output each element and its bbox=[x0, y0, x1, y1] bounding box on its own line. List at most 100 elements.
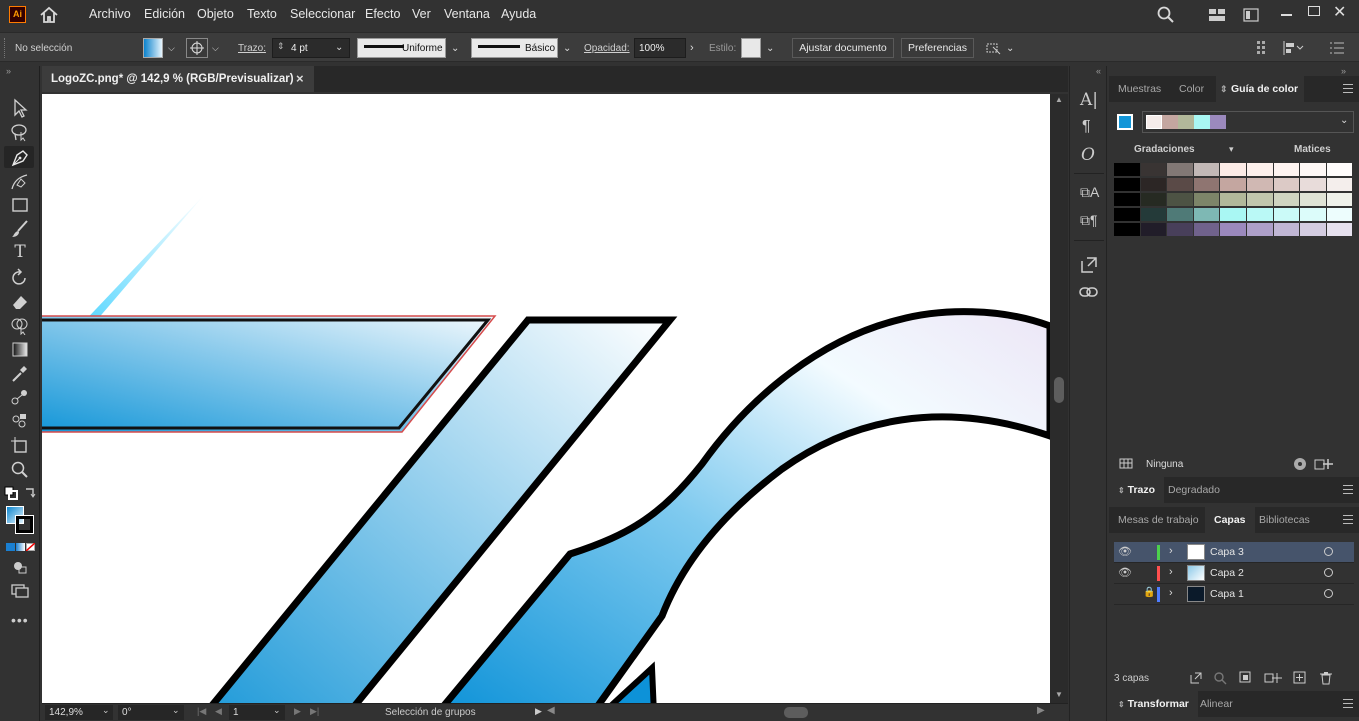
color-variation-swatch[interactable] bbox=[1300, 223, 1327, 237]
tab-capas[interactable]: Capas bbox=[1205, 507, 1255, 533]
zoom-value[interactable]: 142,9% bbox=[49, 707, 83, 718]
color-variation-swatch[interactable] bbox=[1114, 193, 1141, 207]
opacity-field[interactable]: 100% bbox=[634, 38, 686, 58]
color-variation-swatch[interactable] bbox=[1247, 208, 1274, 222]
character-styles-icon[interactable]: ⧉A bbox=[1080, 184, 1099, 201]
create-sublayer-icon[interactable] bbox=[1264, 671, 1282, 685]
chevron-down-icon[interactable]: ⌄ bbox=[766, 43, 774, 54]
locate-object-icon[interactable] bbox=[1213, 671, 1227, 685]
target-circle-icon[interactable] bbox=[1324, 568, 1333, 577]
rectangle-tool-icon[interactable] bbox=[9, 195, 31, 215]
horizontal-scroll-thumb[interactable] bbox=[784, 707, 808, 718]
close-tab-icon[interactable]: × bbox=[296, 66, 304, 92]
menu-archivo[interactable]: Archivo bbox=[89, 7, 131, 21]
default-fill-stroke-icon[interactable] bbox=[4, 486, 18, 500]
menu-objeto[interactable]: Objeto bbox=[197, 7, 234, 21]
gradient-mode-icon[interactable] bbox=[16, 543, 25, 551]
color-variation-swatch[interactable] bbox=[1273, 208, 1301, 222]
color-variation-swatch[interactable] bbox=[1140, 178, 1168, 192]
search-icon[interactable] bbox=[1157, 6, 1175, 24]
menu-efecto[interactable]: Efecto bbox=[365, 7, 400, 21]
color-variation-swatch[interactable] bbox=[1140, 163, 1168, 177]
chevron-down-icon[interactable]: ⌄ bbox=[273, 705, 281, 716]
tab-transformar[interactable]: ⇕ Transformar bbox=[1109, 691, 1198, 717]
eye-icon[interactable]: 👁 bbox=[1118, 545, 1132, 558]
swap-fill-stroke-icon[interactable] bbox=[23, 486, 37, 500]
color-variation-swatch[interactable] bbox=[1193, 178, 1221, 192]
chevron-down-icon[interactable]: ⌄ bbox=[172, 705, 180, 716]
type-tool-icon[interactable]: T bbox=[9, 242, 31, 262]
fit-document-button[interactable]: Ajustar documento bbox=[792, 38, 894, 58]
color-variation-swatch[interactable] bbox=[1167, 163, 1194, 177]
lock-icon[interactable]: 🔒 bbox=[1143, 587, 1155, 598]
color-variation-swatch[interactable] bbox=[1273, 178, 1301, 192]
stroke-color-icon[interactable] bbox=[15, 515, 34, 534]
edit-toolbar-icon[interactable]: ••• bbox=[11, 612, 29, 628]
scroll-right-icon[interactable]: ▶ bbox=[1037, 705, 1045, 716]
color-variation-swatch[interactable] bbox=[1247, 163, 1274, 177]
paragraph-panel-icon[interactable]: ¶ bbox=[1082, 118, 1091, 136]
color-variation-swatch[interactable] bbox=[1114, 163, 1141, 177]
rotation-field[interactable]: 0° ⌄ bbox=[118, 705, 184, 720]
tab-mesas-de-trabajo[interactable]: Mesas de trabajo bbox=[1109, 507, 1208, 533]
color-variation-swatch[interactable] bbox=[1193, 208, 1221, 222]
color-variation-swatch[interactable] bbox=[1114, 208, 1141, 222]
color-variation-swatch[interactable] bbox=[1273, 163, 1301, 177]
chevron-down-icon[interactable]: ⌄ bbox=[102, 705, 110, 716]
artboard-tool-icon[interactable] bbox=[9, 435, 31, 455]
menu-ver[interactable]: Ver bbox=[412, 7, 431, 21]
color-variation-swatch[interactable] bbox=[1114, 223, 1141, 237]
harmony-swatch[interactable] bbox=[1162, 115, 1178, 129]
tab-trazo[interactable]: ⇕ Trazo bbox=[1109, 477, 1165, 503]
menu-ventana[interactable]: Ventana bbox=[444, 7, 490, 21]
color-variation-swatch[interactable] bbox=[1326, 208, 1354, 222]
color-variation-swatch[interactable] bbox=[1300, 178, 1327, 192]
artboard-canvas[interactable] bbox=[42, 94, 1050, 703]
stepper-icon[interactable]: ⇕ bbox=[277, 41, 285, 52]
panel-menu-icon[interactable] bbox=[1343, 699, 1353, 708]
color-variation-swatch[interactable] bbox=[1167, 223, 1194, 237]
save-swatches-icon[interactable] bbox=[1314, 457, 1334, 471]
horizontal-bar-shape[interactable] bbox=[42, 315, 497, 433]
harmony-swatch[interactable] bbox=[1178, 115, 1194, 129]
workspace-icon[interactable] bbox=[1243, 8, 1259, 22]
artboard-field[interactable]: 1 ⌄ bbox=[229, 705, 285, 720]
expand-arrow-icon[interactable]: › bbox=[1169, 545, 1173, 557]
stroke-weight-value[interactable]: 4 pt bbox=[291, 43, 308, 54]
color-variation-swatch[interactable] bbox=[1326, 193, 1354, 207]
color-variation-swatch[interactable] bbox=[1220, 208, 1247, 222]
none-mode-icon[interactable] bbox=[26, 543, 35, 551]
paintbrush-tool-icon[interactable] bbox=[9, 219, 31, 239]
panel-menu-icon[interactable] bbox=[1343, 84, 1353, 93]
color-variation-swatch[interactable] bbox=[1167, 178, 1194, 192]
layer-row[interactable]: 🔒 › Capa 1 bbox=[1114, 584, 1354, 605]
color-variation-swatch[interactable] bbox=[1326, 223, 1354, 237]
base-color-swatch[interactable] bbox=[1116, 113, 1134, 131]
collapse-panel-icon[interactable]: » bbox=[1341, 66, 1346, 76]
collect-export-icon[interactable] bbox=[1189, 671, 1203, 685]
brush-definition[interactable]: Básico bbox=[471, 38, 558, 58]
color-mode-icon[interactable] bbox=[6, 543, 15, 551]
color-variation-swatch[interactable] bbox=[1114, 178, 1141, 192]
export-asset-icon[interactable] bbox=[1080, 256, 1098, 274]
first-artboard-icon[interactable]: |◀ bbox=[197, 706, 206, 717]
align-grid-icon[interactable] bbox=[1257, 41, 1269, 55]
draw-mode-icon[interactable] bbox=[12, 560, 28, 574]
menu-texto[interactable]: Texto bbox=[247, 7, 277, 21]
opacity-value[interactable]: 100% bbox=[639, 43, 665, 54]
fill-swatch[interactable] bbox=[143, 38, 163, 58]
layer-name[interactable]: Capa 3 bbox=[1210, 546, 1244, 558]
collapse-strip-icon[interactable]: « bbox=[1096, 66, 1101, 76]
selection-tool-icon[interactable] bbox=[9, 98, 31, 118]
color-variation-swatch[interactable] bbox=[1220, 163, 1247, 177]
color-variation-swatch[interactable] bbox=[1300, 163, 1327, 177]
blend-tool-icon[interactable] bbox=[9, 387, 31, 407]
menu-seleccionar[interactable]: Seleccionar bbox=[290, 7, 355, 21]
color-variation-swatch[interactable] bbox=[1326, 178, 1354, 192]
layer-row[interactable]: 👁 › Capa 2 bbox=[1114, 563, 1354, 584]
harmony-rules-dropdown[interactable]: ⌄ bbox=[1142, 111, 1354, 133]
color-variation-swatch[interactable] bbox=[1300, 208, 1327, 222]
panel-menu-icon[interactable] bbox=[1343, 485, 1353, 494]
minimize-icon[interactable] bbox=[1281, 14, 1292, 16]
harmony-swatch[interactable] bbox=[1146, 115, 1162, 129]
